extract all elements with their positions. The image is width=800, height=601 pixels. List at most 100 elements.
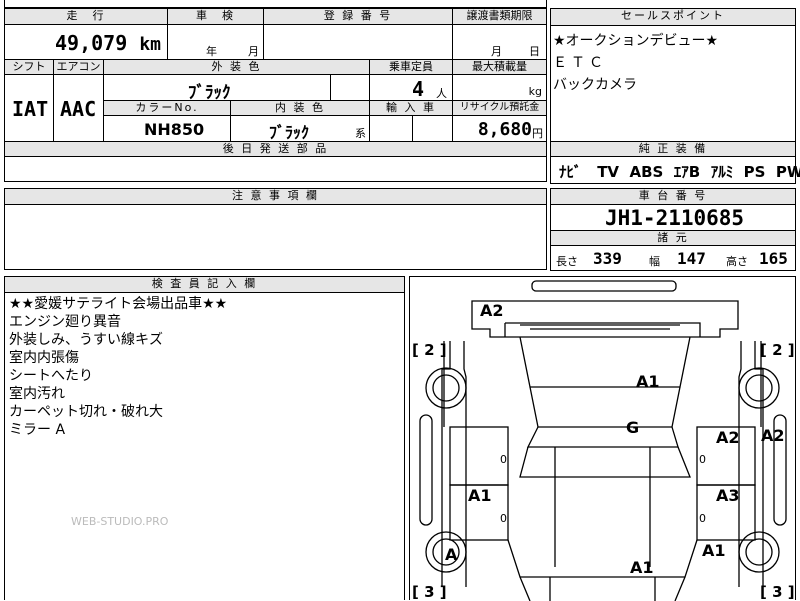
interior-suffix: 系 (355, 127, 366, 140)
later-parts-label: 後 日 発 送 部 品 (4, 141, 547, 157)
recycle-cell: 8,680 円 (452, 115, 547, 142)
capacity-value: 4 (412, 77, 425, 101)
sales-point-item: バックカメラ (553, 77, 637, 93)
equipment-item: ｴｱB (673, 163, 701, 181)
door-handle-mark: 0 (500, 512, 507, 525)
notes-label: 注 意 事 項 欄 (4, 188, 547, 205)
registration-cell (263, 24, 453, 60)
inspector-cell: ★★愛媛サテライト会場出品車★★ エンジン廻り異音 外装しみ、うすい線キズ 室内… (4, 292, 405, 600)
chassis-label: 車 台 番 号 (550, 188, 796, 205)
chassis-number: JH1-2110685 (605, 206, 745, 230)
mileage-unit: km (139, 34, 161, 55)
watermark: WEB-STUDIO.PRO (71, 515, 169, 528)
sales-point-item: ＥＴＣ (553, 55, 607, 71)
equipment-item: PS (743, 163, 766, 181)
notes-cell (4, 204, 547, 270)
exterior-color-cell: ﾌﾞﾗｯｸ (103, 74, 331, 103)
car-map: A2 A1 G A2 A2 A1 A3 A A1 A1 [ 2 ] [ 2 ] … (409, 276, 796, 601)
registration-label: 登 録 番 号 (263, 8, 453, 25)
inspector-line: シートへたり (9, 368, 93, 384)
shift-label: シフト (4, 59, 54, 75)
length-label: 長さ (556, 255, 578, 268)
recycle-value: 8,680 (477, 119, 532, 140)
max-load-cell: kg (452, 74, 547, 101)
inspector-label: 検 査 員 記 入 欄 (4, 276, 405, 293)
damage-mark-right-strip: A2 (761, 426, 785, 445)
color-no-cell: NH850 (103, 115, 231, 142)
dimensions-cell: 長さ 339 幅 147 高さ 165 (550, 245, 796, 271)
inspection-label: 車 検 (167, 8, 264, 25)
interior-color-label: 内 装 色 (230, 100, 370, 116)
width-label: 幅 (649, 255, 660, 268)
mileage-value: 49,079 (55, 31, 128, 55)
inspection-month-label: 月 (248, 45, 259, 58)
deadline-day-label: 日 (529, 45, 540, 58)
sales-points-cell: ★オークションデビュー★ ＥＴＣ バックカメラ (550, 25, 796, 142)
inspector-line: カーペット切れ・破れ大 (9, 404, 163, 420)
height-label: 高さ (726, 255, 748, 268)
equipment-item: ｱﾙﾐ (710, 163, 734, 181)
chassis-cell: JH1-2110685 (550, 204, 796, 231)
door-handle-mark: 0 (500, 453, 507, 466)
transfer-deadline-label: 譲渡書類期限 (452, 8, 547, 25)
equipment-item: ABS (629, 163, 664, 181)
damage-mark-hood: A1 (630, 558, 654, 577)
sales-points-list: ★オークションデビュー★ ＥＴＣ バックカメラ (553, 30, 718, 96)
aircon-value: AAC (60, 97, 97, 121)
aircon-label: エアコン (53, 59, 104, 75)
standard-equipment-label: 純 正 装 備 (550, 141, 796, 157)
damage-mark-right-front-door: A3 (716, 486, 740, 505)
recycle-label: リサイクル預託金 (452, 100, 547, 116)
interior-color-value: ﾌﾞﾗｯｸ (269, 123, 310, 142)
damage-mark-rear-bumper: A2 (480, 301, 504, 320)
color-no-label: カラーNo. (103, 100, 231, 116)
bracket-left-top: [ 2 ] (412, 341, 447, 359)
inspector-line: エンジン廻り異音 (9, 314, 121, 330)
equipment-list: ﾅﾋﾞ TV ABS ｴｱB ｱﾙﾐ PS PW (559, 161, 800, 182)
import-label: 輸 入 車 (369, 100, 453, 116)
later-parts-cell (4, 156, 547, 182)
inspector-line: ミラー A (9, 422, 66, 438)
dimensions-label: 諸 元 (550, 230, 796, 246)
capacity-unit: 人 (436, 87, 447, 100)
import-cell-a (369, 115, 413, 142)
inspector-line: 室内汚れ (9, 386, 65, 402)
max-load-label: 最大積載量 (452, 59, 547, 75)
equipment-item: PW (775, 163, 800, 181)
deadline-month-label: 月 (491, 45, 502, 58)
standard-equipment-cell: ﾅﾋﾞ TV ABS ｴｱB ｱﾙﾐ PS PW (550, 156, 800, 184)
damage-mark-right-rear-door: A2 (716, 428, 740, 447)
top-cut-row (4, 0, 547, 8)
max-load-unit: kg (528, 85, 542, 98)
exterior-color-extra (330, 74, 370, 101)
height-value: 165 (759, 249, 788, 268)
exterior-color-label: 外 装 色 (103, 59, 370, 75)
capacity-label: 乗車定員 (369, 59, 453, 75)
transfer-deadline-cell: 月 日 (452, 24, 547, 60)
door-handle-mark: 0 (699, 453, 706, 466)
interior-color-cell: ﾌﾞﾗｯｸ 系 (230, 115, 370, 142)
inspector-line: ★★愛媛サテライト会場出品車★★ (9, 296, 228, 312)
equipment-item: TV (597, 163, 620, 181)
damage-mark-windshield: G (626, 418, 640, 437)
inspection-cell: 年 月 (167, 24, 264, 60)
sales-point-item: ★オークションデビュー★ (553, 33, 719, 49)
recycle-unit: 円 (532, 127, 543, 140)
shift-value: IAT (12, 97, 49, 121)
mileage-label: 走 行 (4, 8, 168, 25)
shift-cell: IAT (4, 74, 54, 142)
sales-points-label: セールスポイント (550, 8, 796, 26)
equipment-item: ﾅﾋﾞ (559, 163, 582, 181)
bracket-right-top: [ 2 ] (760, 341, 795, 359)
inspector-line: 室内内張傷 (9, 350, 79, 366)
inspection-year-label: 年 (206, 45, 217, 58)
width-value: 147 (677, 249, 706, 268)
inspector-line: 外装しみ、うすい線キズ (9, 332, 163, 348)
inspector-notes: ★★愛媛サテライト会場出品車★★ エンジン廻り異音 外装しみ、うすい線キズ 室内… (9, 295, 227, 439)
damage-mark-right-front-fender: A1 (702, 541, 726, 560)
color-no-value: NH850 (144, 120, 205, 139)
damage-mark-roof: A1 (636, 372, 660, 391)
import-cell-b (412, 115, 453, 142)
mileage-cell: 49,079 km (4, 24, 168, 60)
bracket-right-bottom: [ 3 ] (760, 583, 795, 601)
